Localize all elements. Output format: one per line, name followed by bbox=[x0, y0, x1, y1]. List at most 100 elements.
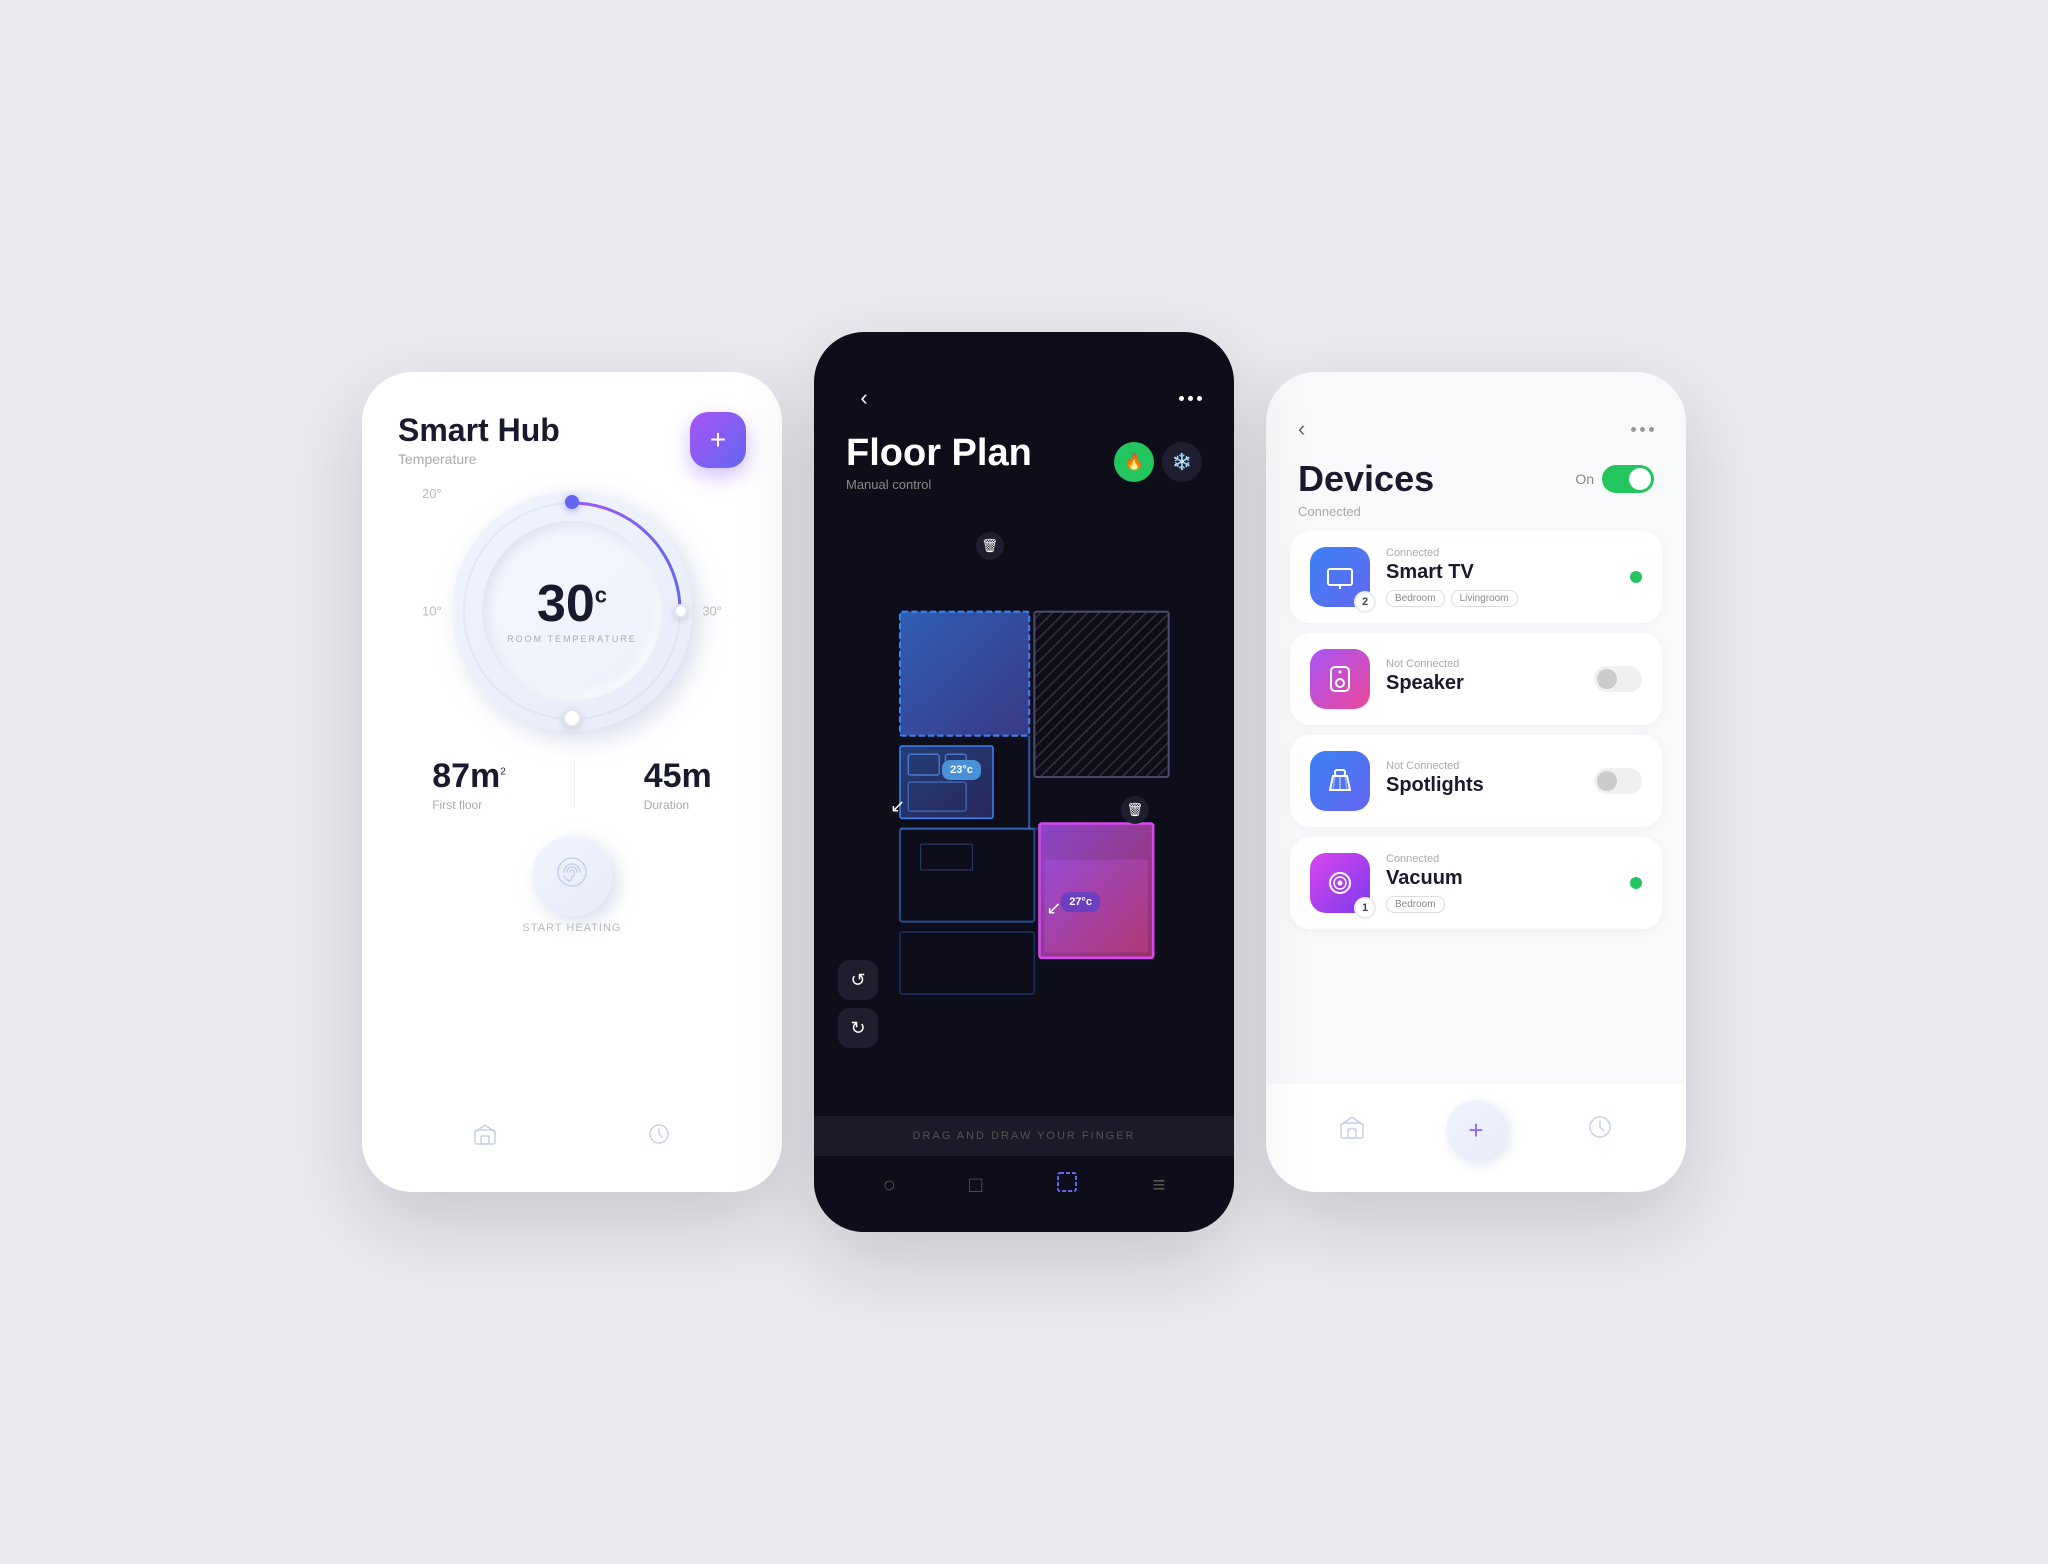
area-value: 87m2 bbox=[432, 757, 506, 796]
area-stat: 87m2 First floor bbox=[432, 757, 506, 812]
toggle-label: On bbox=[1575, 471, 1594, 487]
screen2-header: ‹ bbox=[814, 332, 1234, 432]
temp-badge-1: 23°c bbox=[942, 760, 981, 780]
duration-label: Duration bbox=[644, 798, 712, 812]
vacuum-name: Vacuum bbox=[1386, 867, 1614, 890]
stats-row: 87m2 First floor 45m Duration bbox=[398, 757, 746, 812]
fingerprint-button[interactable] bbox=[532, 836, 612, 916]
duration-stat: 45m Duration bbox=[644, 757, 712, 812]
vacuum-info: Connected Vacuum Bedroom bbox=[1386, 853, 1614, 913]
smart-tv-icon-container: 2 bbox=[1310, 547, 1370, 607]
tag-livingroom: Livingroom bbox=[1451, 590, 1518, 607]
speaker-icon bbox=[1310, 649, 1370, 709]
floor-plan-canvas[interactable]: 23°c 27°c 🗑 🗑 ↙ ↙ ↺ ↻ bbox=[838, 508, 1210, 1108]
redo-button[interactable]: ↻ bbox=[838, 1008, 878, 1048]
tool-buttons: ↺ ↻ bbox=[838, 960, 878, 1048]
smart-tv-tags: Bedroom Livingroom bbox=[1386, 590, 1614, 607]
screen2-floor-plan: ‹ Floor Plan Manual control 🔥 ❄️ bbox=[814, 332, 1234, 1232]
fingerprint-label: START HEATING bbox=[523, 922, 622, 934]
speaker-toggle-dot bbox=[1597, 669, 1617, 689]
device-card-speaker: Not Connected Speaker bbox=[1290, 633, 1662, 725]
toggle-knob bbox=[1629, 468, 1651, 490]
spotlights-toggle[interactable] bbox=[1594, 768, 1642, 794]
thermostat-dot-right bbox=[674, 604, 688, 618]
device-list: 2 Connected Smart TV Bedroom Livingroom bbox=[1266, 531, 1686, 1076]
screen3-header: ‹ bbox=[1266, 372, 1686, 450]
fire-mode-button[interactable]: 🔥 bbox=[1114, 442, 1154, 482]
devices-title: Devices bbox=[1298, 458, 1434, 500]
mode-buttons: 🔥 ❄️ bbox=[1114, 442, 1202, 482]
smart-tv-name: Smart TV bbox=[1386, 561, 1614, 584]
thermostat-area: 20° bbox=[398, 486, 746, 731]
vacuum-status: Connected bbox=[1386, 853, 1614, 865]
smart-hub-subtitle: Temperature bbox=[398, 451, 560, 467]
resize-arrow-1[interactable]: ↙ bbox=[890, 796, 905, 817]
s3-nav-home-icon[interactable] bbox=[1339, 1114, 1365, 1146]
add-icon: + bbox=[1468, 1115, 1483, 1146]
snowflake-icon: ❄️ bbox=[1172, 452, 1192, 472]
screen3-bottom-nav: + bbox=[1266, 1084, 1686, 1192]
resize-arrow-2[interactable]: ↙ bbox=[1046, 898, 1061, 919]
stat-divider bbox=[574, 761, 575, 808]
nav-square-icon[interactable]: □ bbox=[969, 1172, 982, 1198]
vacuum-badge: 1 bbox=[1354, 897, 1376, 919]
screen2-bottom-nav: ○ □ ≡ bbox=[814, 1156, 1234, 1232]
floor-plan-title-group: Floor Plan Manual control bbox=[846, 432, 1032, 492]
s3-nav-add-button[interactable]: + bbox=[1446, 1100, 1506, 1160]
snow-mode-button[interactable]: ❄️ bbox=[1162, 442, 1202, 482]
device-card-smart-tv: 2 Connected Smart TV Bedroom Livingroom bbox=[1290, 531, 1662, 623]
device-card-vacuum: 1 Connected Vacuum Bedroom bbox=[1290, 837, 1662, 929]
s3-more-options[interactable] bbox=[1631, 427, 1654, 432]
trash-icon-1[interactable]: 🗑 bbox=[976, 532, 1004, 560]
floor-plan-subtitle: Manual control bbox=[846, 477, 1032, 492]
smart-tv-status: Connected bbox=[1386, 547, 1614, 559]
vacuum-icon-container: 1 bbox=[1310, 853, 1370, 913]
nav-clock-icon[interactable] bbox=[647, 1122, 671, 1152]
add-button[interactable]: + bbox=[690, 412, 746, 468]
bottom-nav bbox=[398, 1114, 746, 1152]
trash-icon-2[interactable]: 🗑 bbox=[1121, 796, 1149, 824]
device-card-spotlights: Not Connected Spotlights bbox=[1290, 735, 1662, 827]
speaker-name: Speaker bbox=[1386, 672, 1578, 695]
room-temperature-label: ROOM TEMPERATURE bbox=[507, 634, 637, 644]
thermostat-inner: 30c ROOM TEMPERATURE bbox=[482, 521, 662, 701]
temp-label-20: 20° bbox=[422, 486, 442, 501]
connected-label: Connected bbox=[1266, 504, 1686, 531]
speaker-toggle[interactable] bbox=[1594, 666, 1642, 692]
area-label: First floor bbox=[432, 798, 506, 812]
smart-hub-title-group: Smart Hub Temperature bbox=[398, 412, 560, 467]
smart-hub-title: Smart Hub bbox=[398, 412, 560, 449]
s3-nav-clock-icon[interactable] bbox=[1587, 1114, 1613, 1146]
undo-button[interactable]: ↺ bbox=[838, 960, 878, 1000]
spotlights-status: Not Connected bbox=[1386, 760, 1578, 772]
plus-icon: + bbox=[710, 424, 726, 456]
back-button[interactable]: ‹ bbox=[846, 380, 882, 416]
nav-circle-icon[interactable]: ○ bbox=[883, 1172, 896, 1198]
temp-label-30: 30° bbox=[702, 604, 722, 619]
smart-tv-badge: 2 bbox=[1354, 591, 1376, 613]
smart-tv-info: Connected Smart TV Bedroom Livingroom bbox=[1386, 547, 1614, 607]
fire-icon: 🔥 bbox=[1124, 452, 1144, 472]
nav-lines-icon[interactable]: ≡ bbox=[1153, 1172, 1166, 1198]
nav-dashed-square-icon[interactable] bbox=[1055, 1170, 1079, 1200]
screen1-header: Smart Hub Temperature + bbox=[398, 412, 746, 468]
speaker-info: Not Connected Speaker bbox=[1386, 658, 1578, 701]
screen1-smart-hub: Smart Hub Temperature + 20° bbox=[362, 372, 782, 1192]
nav-home-icon[interactable] bbox=[473, 1122, 497, 1152]
vacuum-connected-dot bbox=[1630, 877, 1642, 889]
speaker-icon-container bbox=[1310, 649, 1370, 709]
spotlights-toggle-dot bbox=[1597, 771, 1617, 791]
thermostat-outer[interactable]: 30c ROOM TEMPERATURE bbox=[452, 491, 692, 731]
temp-badge-2: 27°c bbox=[1061, 892, 1100, 912]
fingerprint-area: START HEATING bbox=[398, 836, 746, 934]
tag-bedroom: Bedroom bbox=[1386, 590, 1445, 607]
toggle-area: On bbox=[1575, 465, 1654, 493]
main-toggle[interactable] bbox=[1602, 465, 1654, 493]
more-options-button[interactable] bbox=[1179, 396, 1202, 401]
vacuum-tags: Bedroom bbox=[1386, 896, 1614, 913]
s3-back-button[interactable]: ‹ bbox=[1298, 416, 1305, 442]
spotlights-info: Not Connected Spotlights bbox=[1386, 760, 1578, 803]
screen3-devices: ‹ Devices On Connected bbox=[1266, 372, 1686, 1192]
fingerprint-icon bbox=[554, 854, 590, 898]
drag-hint: DRAG AND DRAW YOUR FINGER bbox=[814, 1116, 1234, 1156]
